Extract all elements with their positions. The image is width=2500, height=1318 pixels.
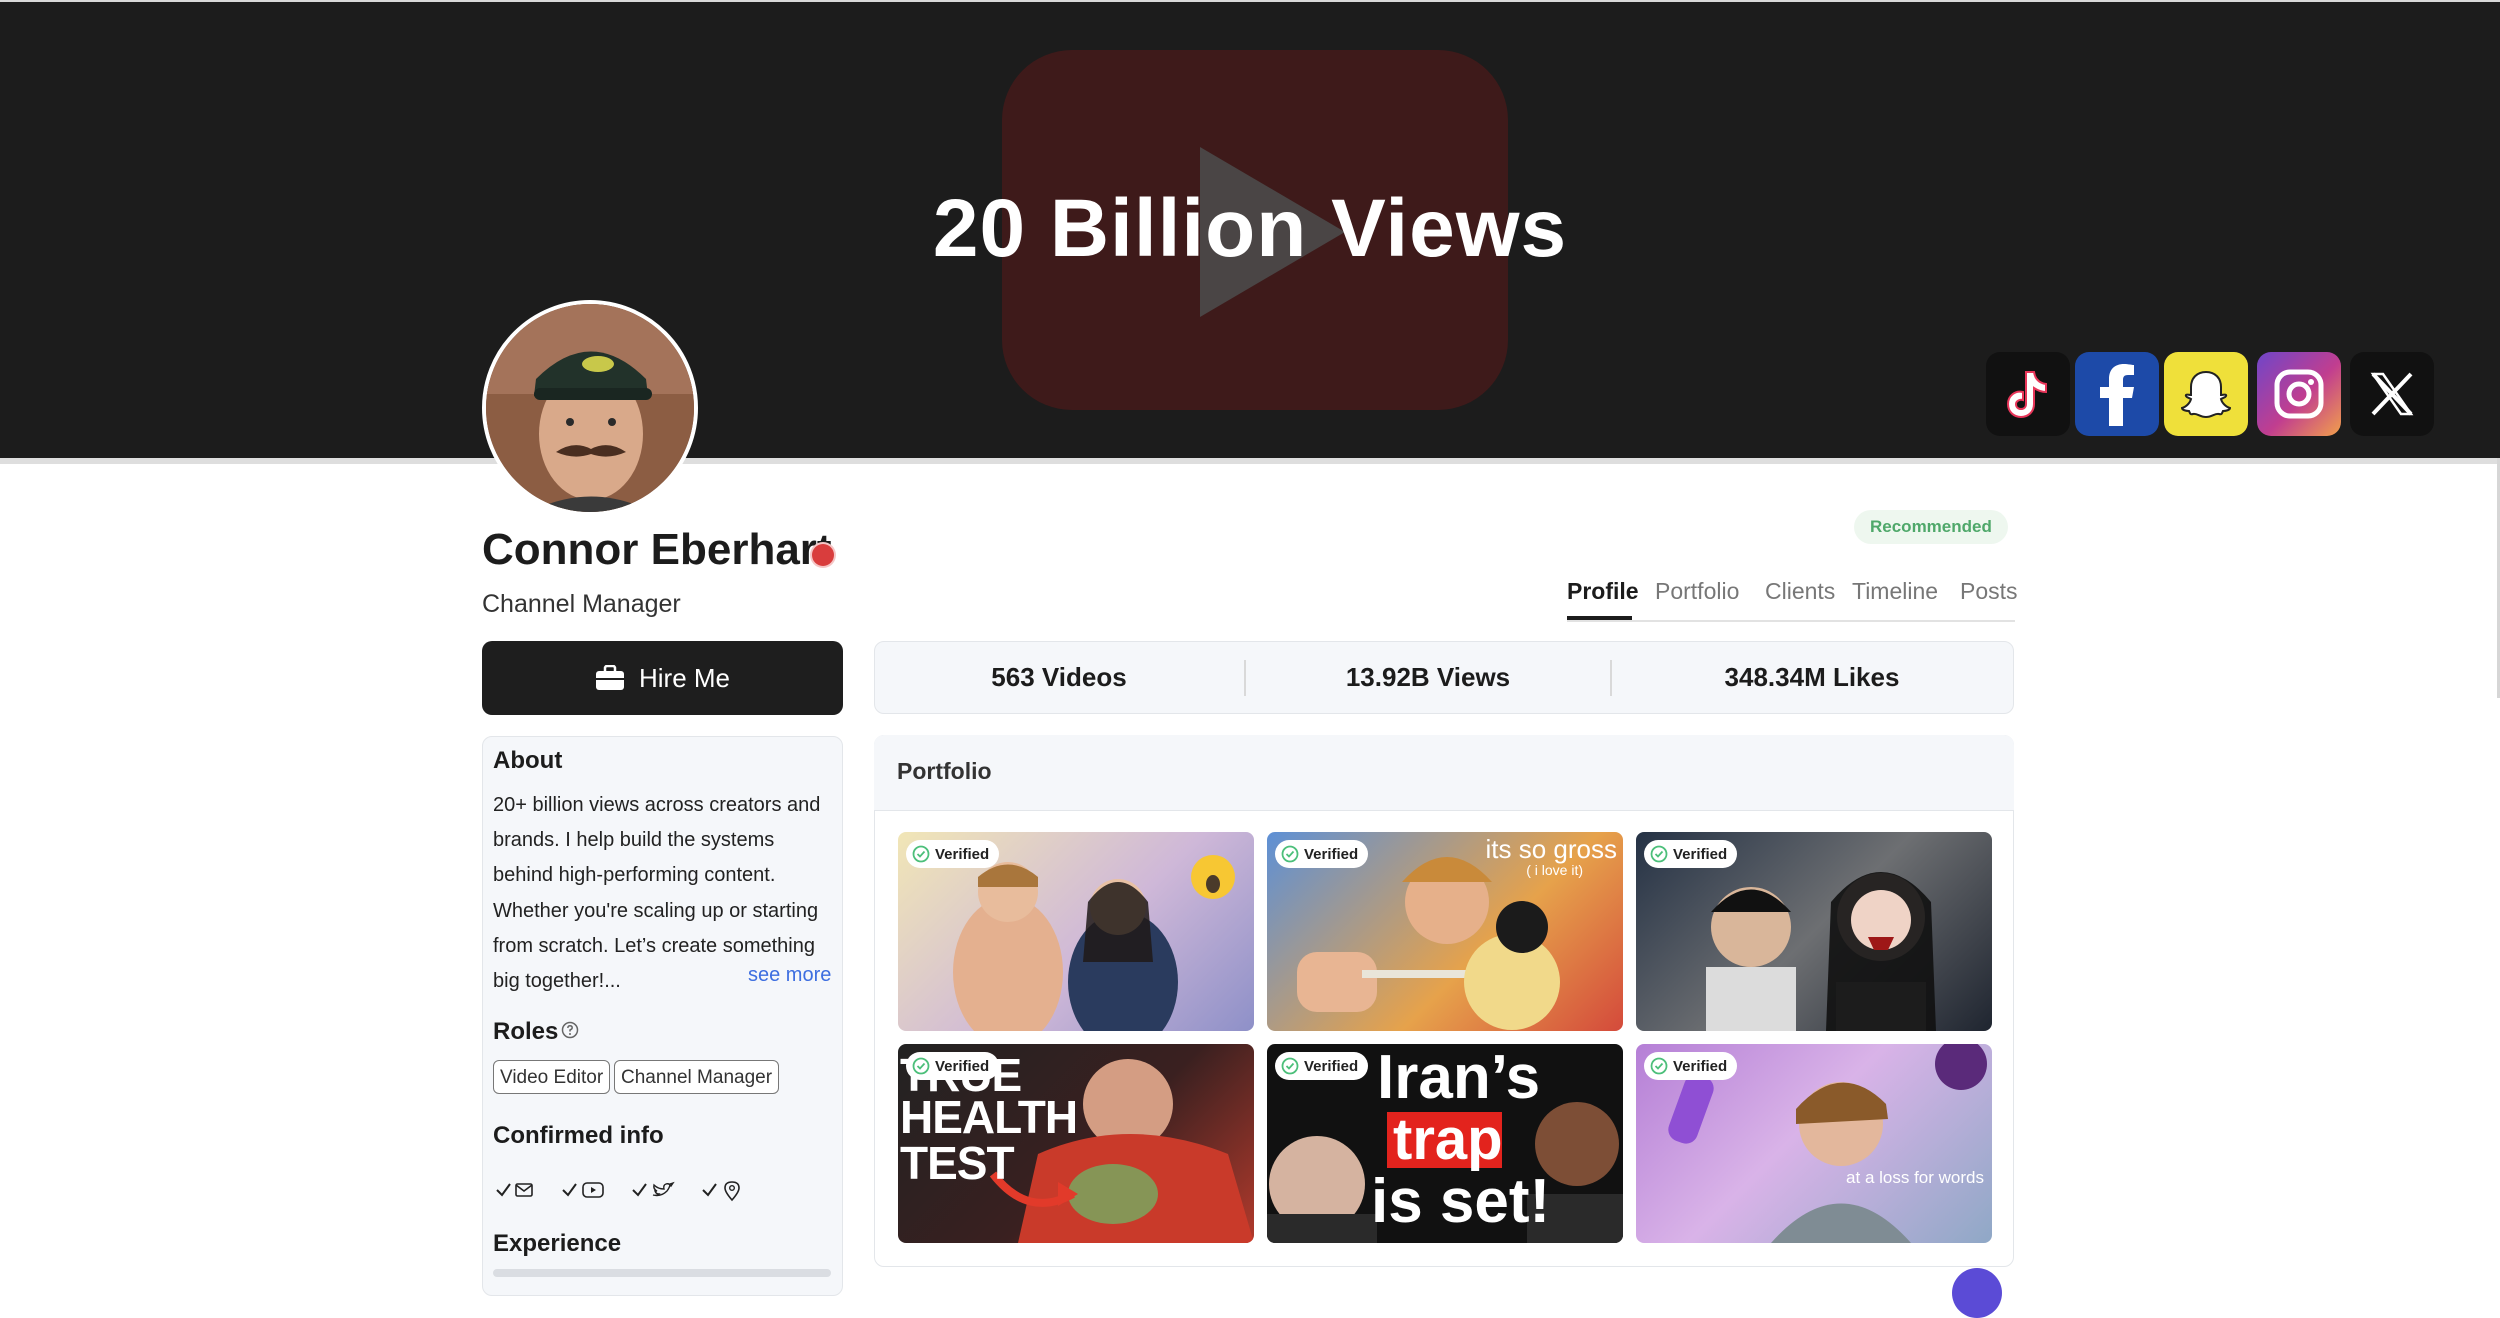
thumbnail-caption-2: HEALTH — [900, 1091, 1078, 1143]
thumbnail-subcaption: ( i love it) — [1526, 862, 1583, 878]
hire-me-label: Hire Me — [638, 662, 730, 693]
x-icon[interactable] — [2350, 352, 2434, 436]
see-more-link[interactable]: see more — [748, 964, 831, 987]
role-chip-channel-manager: Channel Manager — [614, 1060, 780, 1094]
tiktok-icon[interactable] — [1986, 352, 2070, 436]
help-icon[interactable] — [561, 1021, 579, 1039]
confirmed-email — [495, 1180, 535, 1200]
verified-label: Verified — [1673, 1057, 1728, 1075]
confirmed-info-heading: Confirmed info — [493, 1122, 664, 1149]
tab-clients[interactable]: Clients — [1765, 578, 1835, 605]
thumbnail-caption: its so gross — [1485, 834, 1618, 864]
stat-likes: 348.34M Likes — [1724, 662, 1900, 692]
tab-posts[interactable]: Posts — [1960, 578, 2018, 605]
recommended-badge: Recommended — [1854, 510, 2008, 544]
experience-placeholder — [493, 1269, 831, 1277]
verified-check-icon — [1281, 845, 1299, 863]
stat-views: 13.92B Views — [1345, 662, 1511, 692]
portfolio-heading: Portfolio — [897, 758, 992, 784]
verified-check-icon — [1650, 845, 1668, 863]
about-heading: About — [493, 747, 563, 774]
status-dot-icon — [812, 544, 834, 566]
tab-portfolio[interactable]: Portfolio — [1655, 578, 1739, 605]
verified-badge: Verified — [1644, 840, 1738, 868]
tab-timeline[interactable]: Timeline — [1852, 578, 1938, 605]
instagram-icon[interactable] — [2257, 352, 2341, 436]
confirmed-twitter — [631, 1180, 677, 1200]
verified-badge: Verified — [1275, 840, 1369, 868]
verified-badge: Verified — [1644, 1052, 1738, 1080]
portfolio-header — [874, 735, 2014, 811]
portfolio-thumbnail[interactable]: Iran’s trap is set! Verified — [1267, 1044, 1623, 1243]
active-tab-indicator — [1567, 616, 1632, 620]
portfolio-thumbnail[interactable]: Verified — [1636, 832, 1992, 1031]
banner-title: 20 Billion Views — [932, 183, 1568, 274]
avatar — [482, 300, 698, 516]
email-icon — [496, 1183, 533, 1197]
chat-fab-button[interactable] — [1952, 1268, 2002, 1318]
confirmed-location — [701, 1180, 743, 1202]
verified-badge: Verified — [906, 840, 1000, 868]
snapchat-icon[interactable] — [2164, 352, 2248, 436]
verified-label: Verified — [935, 1057, 990, 1075]
profile-name: Connor Eberhart — [482, 525, 832, 574]
verified-check-icon — [912, 1057, 930, 1075]
stats-bar: 563 Videos 13.92B Views 348.34M Likes — [874, 641, 2014, 714]
verified-check-icon — [1650, 1057, 1668, 1075]
facebook-icon[interactable] — [2075, 352, 2159, 436]
stat-videos: 563 Videos — [991, 662, 1127, 692]
profile-tabs: Profile Portfolio Clients Timeline Posts — [1567, 570, 2018, 622]
thumbnail-caption-3: TEST — [900, 1137, 1015, 1189]
thumbnail-caption-3: is set! — [1371, 1167, 1551, 1236]
thumbnail-caption-1: Iran’s — [1377, 1044, 1541, 1112]
youtube-icon — [562, 1182, 604, 1198]
banner-divider — [0, 458, 2500, 464]
thumbnail-caption-2: trap — [1393, 1107, 1503, 1172]
confirmed-youtube — [561, 1180, 609, 1200]
verified-label: Verified — [1304, 845, 1359, 863]
portfolio-thumbnail[interactable]: its so gross ( i love it) Verified — [1267, 832, 1623, 1031]
tab-profile[interactable]: Profile — [1567, 578, 1639, 605]
experience-heading: Experience — [493, 1230, 622, 1257]
verified-check-icon — [1281, 1057, 1299, 1075]
portfolio-thumbnail[interactable]: TRUE HEALTH TEST Verified — [898, 1044, 1254, 1243]
profile-title: Channel Manager — [482, 590, 681, 618]
hire-me-button[interactable]: Hire Me — [482, 641, 843, 715]
verified-badge: Verified — [1275, 1052, 1369, 1080]
verified-badge: Verified — [906, 1052, 1000, 1080]
briefcase-icon — [595, 665, 624, 690]
verified-label: Verified — [1673, 845, 1728, 863]
portfolio-thumbnail[interactable]: Verified — [898, 832, 1254, 1031]
portfolio-thumbnail[interactable]: at a loss for words Verified — [1636, 1044, 1992, 1243]
verified-check-icon — [912, 845, 930, 863]
location-icon — [702, 1181, 740, 1202]
twitter-icon — [632, 1181, 675, 1197]
role-chip-video-editor: Video Editor — [493, 1060, 611, 1094]
verified-label: Verified — [1304, 1057, 1359, 1075]
thumbnail-caption: at a loss for words — [1846, 1168, 1984, 1187]
roles-heading: Roles — [493, 1018, 559, 1045]
verified-label: Verified — [935, 845, 990, 863]
